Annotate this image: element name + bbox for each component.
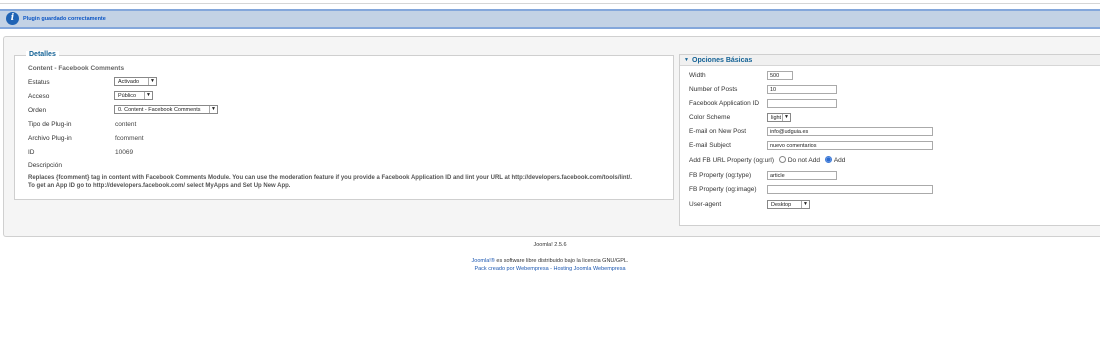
appid-row: Facebook Application ID xyxy=(689,99,1099,111)
email-input[interactable]: info@udguia.es xyxy=(767,127,933,136)
ogimage-label: FB Property (og:image) xyxy=(689,186,757,193)
archivo-row: Archivo Plug-in fcomment xyxy=(28,134,668,146)
ogurl-radio-yes[interactable] xyxy=(824,156,832,163)
ogurl-radio-group: Add FB URL Property (og:url) Do not Add … xyxy=(689,156,845,164)
subject-row: E-mail Subject nuevo comentarios xyxy=(689,141,1099,153)
ogtype-row: FB Property (og:type) article xyxy=(689,171,1099,183)
agent-label: User-agent xyxy=(689,201,722,208)
estatus-label: Estatus xyxy=(28,79,50,86)
ogtype-label: FB Property (og:type) xyxy=(689,172,752,179)
orden-row: Orden 0. Content - Facebook Comments ▼ xyxy=(28,105,668,118)
plugin-description: Replaces {fcomment} tag in content with … xyxy=(28,174,668,190)
subject-label: E-mail Subject xyxy=(689,142,731,149)
ogimage-input[interactable] xyxy=(767,185,933,194)
descripcion-label: Descripción xyxy=(28,162,62,169)
scheme-select[interactable]: light ▼ xyxy=(767,113,791,122)
message-text: Plugin guardado correctamente xyxy=(23,16,106,22)
ogtype-input[interactable]: article xyxy=(767,171,837,180)
width-input[interactable]: 500 xyxy=(767,71,793,80)
caret-down-icon: ▼ xyxy=(684,57,689,63)
ogurl-row: Add FB URL Property (og:url) Do not Add … xyxy=(689,155,1099,167)
appid-input[interactable] xyxy=(767,99,837,108)
agent-select[interactable]: Desktop ▼ xyxy=(767,200,810,209)
email-row: E-mail on New Post info@udguia.es xyxy=(689,127,1099,139)
basic-options-panel: ▼ Opciones Básicas Width 500 Number of P… xyxy=(679,54,1100,226)
system-message: i Plugin guardado correctamente xyxy=(0,9,1100,29)
archivo-label: Archivo Plug-in xyxy=(28,135,72,142)
chevron-down-icon: ▼ xyxy=(209,106,217,113)
orden-select[interactable]: 0. Content - Facebook Comments ▼ xyxy=(114,105,218,114)
ogurl-label: Add FB URL Property (og:url) xyxy=(689,157,775,164)
credits-line: Pack creado por Webempresa - Hosting Joo… xyxy=(0,266,1100,272)
posts-label: Number of Posts xyxy=(689,86,738,93)
descripcion-row: Descripción xyxy=(28,161,668,173)
chevron-down-icon: ▼ xyxy=(148,78,156,85)
tipo-row: Tipo de Plug-in content xyxy=(28,120,668,132)
joomla-link[interactable]: Joomla!® xyxy=(472,258,495,264)
webempresa-link[interactable]: Pack creado por Webempresa - Hosting Joo… xyxy=(474,266,625,272)
orden-label: Orden xyxy=(28,107,47,114)
license-text: es software libre distribuido bajo la li… xyxy=(494,258,629,264)
estatus-select[interactable]: Activado ▼ xyxy=(114,77,157,86)
plugin-name: Content - Facebook Comments xyxy=(28,65,125,72)
description-line: Replaces {fcomment} tag in content with … xyxy=(28,175,632,181)
details-legend: Detalles xyxy=(26,51,59,58)
subject-input[interactable]: nuevo comentarios xyxy=(767,141,933,150)
appid-label: Facebook Application ID xyxy=(689,100,760,107)
tipo-label: Tipo de Plug-in xyxy=(28,121,72,128)
info-icon: i xyxy=(6,12,19,25)
ogurl-option-no: Do not Add xyxy=(787,157,820,164)
id-value: 10069 xyxy=(115,149,134,156)
acceso-label: Acceso xyxy=(28,93,50,100)
ogurl-radio-no[interactable] xyxy=(778,156,786,163)
chevron-down-icon: ▼ xyxy=(782,114,790,121)
ogurl-option-yes: Add xyxy=(833,157,846,164)
agent-row: User-agent Desktop ▼ xyxy=(689,200,1099,212)
posts-row: Number of Posts 10 xyxy=(689,85,1099,97)
archivo-value: fcomment xyxy=(115,135,144,142)
width-row: Width 500 xyxy=(689,71,1099,83)
basic-options-title: Opciones Básicas xyxy=(692,57,753,64)
estatus-row: Estatus Activado ▼ xyxy=(28,77,668,90)
basic-options-header[interactable]: ▼ Opciones Básicas xyxy=(680,55,1100,66)
top-border xyxy=(0,0,1100,4)
width-label: Width xyxy=(689,72,706,79)
tipo-value: content xyxy=(115,121,137,128)
acceso-select[interactable]: Público ▼ xyxy=(114,91,153,100)
ogimage-row: FB Property (og:image) xyxy=(689,185,1099,197)
joomla-version: Joomla! 2.5.6 xyxy=(533,242,567,248)
id-row: ID 10069 xyxy=(28,148,668,160)
chevron-down-icon: ▼ xyxy=(144,92,152,99)
footer: Joomla! 2.5.6 Joomla!® es software libre… xyxy=(0,242,1100,272)
details-fieldset: Detalles Content - Facebook Comments Est… xyxy=(14,51,674,200)
posts-input[interactable]: 10 xyxy=(767,85,837,94)
chevron-down-icon: ▼ xyxy=(801,201,809,208)
email-label: E-mail on New Post xyxy=(689,128,747,135)
scheme-label: Color Scheme xyxy=(689,114,731,121)
acceso-row: Acceso Público ▼ xyxy=(28,91,668,104)
license-line: Joomla!® es software libre distribuido b… xyxy=(0,258,1100,264)
id-label: ID xyxy=(28,149,35,156)
scheme-row: Color Scheme light ▼ xyxy=(689,113,1099,125)
description-line: To get an App ID go to http://developers… xyxy=(28,183,291,189)
